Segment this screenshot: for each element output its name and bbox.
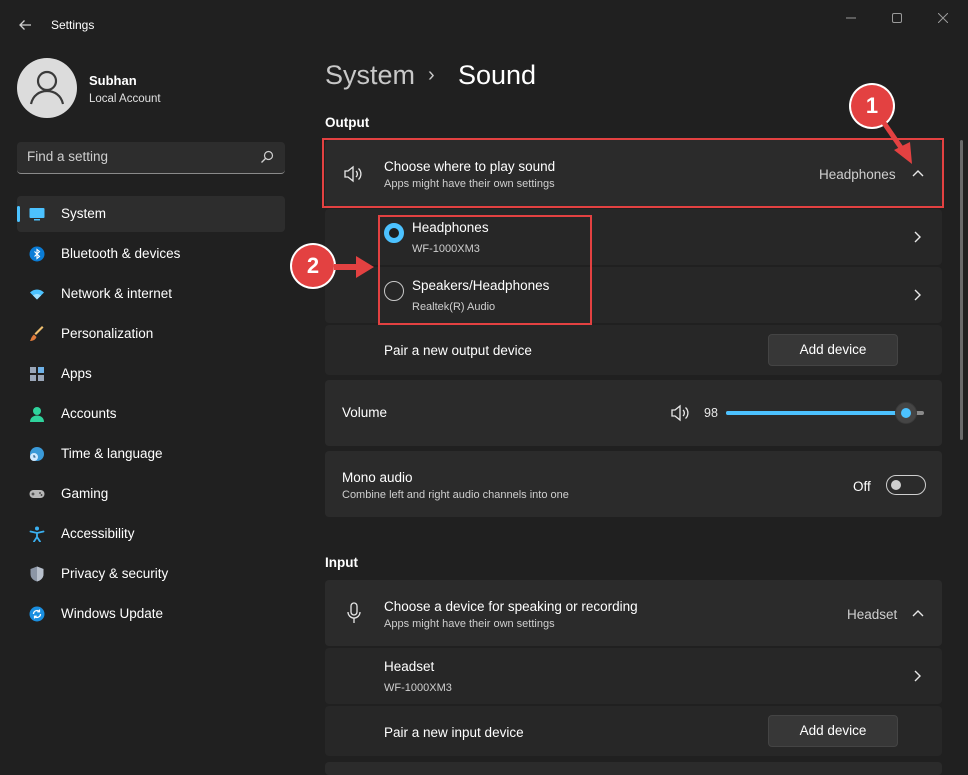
sidebar-item-label: Personalization xyxy=(61,326,154,341)
input-device-detail: WF-1000XM3 xyxy=(384,682,452,694)
microphone-icon xyxy=(347,602,361,623)
volume-slider-fill xyxy=(726,411,907,415)
chevron-up-icon[interactable] xyxy=(912,609,924,617)
app-title: Settings xyxy=(51,18,95,32)
chevron-right-icon xyxy=(914,289,921,301)
title-bar xyxy=(0,0,968,50)
wifi-icon xyxy=(30,289,44,300)
search-box[interactable] xyxy=(17,142,285,174)
sidebar-item-apps[interactable]: Apps xyxy=(17,356,285,392)
search-icon[interactable] xyxy=(259,149,275,165)
volume-label: Volume xyxy=(342,405,388,420)
sidebar-item-privacy[interactable]: Privacy & security xyxy=(17,556,285,592)
toggle-knob xyxy=(891,480,901,490)
pair-input-row: Pair a new input device Add device xyxy=(325,706,942,756)
add-input-device-button[interactable]: Add device xyxy=(768,715,898,747)
sidebar-item-label: Time & language xyxy=(61,446,163,461)
annotation-badge-2: 2 xyxy=(292,245,334,287)
person-icon xyxy=(29,70,65,105)
annotation-box-2 xyxy=(378,215,592,325)
sidebar-item-label: Network & internet xyxy=(61,286,173,301)
breadcrumb-separator: › xyxy=(428,64,435,86)
sidebar-item-label: Privacy & security xyxy=(61,566,169,581)
volume-slider[interactable] xyxy=(726,402,924,424)
gamepad-icon xyxy=(29,490,45,498)
sidebar-item-label: Bluetooth & devices xyxy=(61,246,181,261)
sidebar-item-bluetooth[interactable]: Bluetooth & devices xyxy=(17,236,285,272)
search-input[interactable] xyxy=(27,149,247,164)
apps-icon xyxy=(30,367,44,381)
minimize-button[interactable] xyxy=(836,8,866,28)
mono-audio-state: Off xyxy=(853,479,871,494)
sidebar-item-accessibility[interactable]: Accessibility xyxy=(17,516,285,552)
sidebar-item-network[interactable]: Network & internet xyxy=(17,276,285,312)
scrollbar[interactable] xyxy=(960,140,963,440)
back-button[interactable] xyxy=(14,14,36,36)
pair-output-label: Pair a new output device xyxy=(384,343,532,358)
pair-output-row: Pair a new output device Add device xyxy=(325,325,942,375)
output-section-label: Output xyxy=(325,115,370,130)
monitor-icon xyxy=(29,208,45,221)
globe-clock-icon xyxy=(30,447,44,461)
person-icon xyxy=(30,407,44,422)
sidebar-item-system[interactable]: System xyxy=(17,196,285,232)
mono-audio-toggle[interactable] xyxy=(886,475,926,495)
annotation-box-1 xyxy=(322,138,944,208)
sidebar-item-gaming[interactable]: Gaming xyxy=(17,476,285,512)
page-title: Sound xyxy=(458,60,537,90)
chevron-right-icon xyxy=(914,231,921,243)
bluetooth-icon xyxy=(29,246,45,262)
choose-input-subtitle: Apps might have their own settings xyxy=(384,618,555,630)
input-device-row[interactable]: Headset WF-1000XM3 xyxy=(325,648,942,704)
next-card-partial xyxy=(325,762,942,775)
volume-value: 98 xyxy=(704,406,718,420)
sidebar-item-accounts[interactable]: Accounts xyxy=(17,396,285,432)
add-output-device-button[interactable]: Add device xyxy=(768,334,898,366)
sidebar-item-label: Apps xyxy=(61,366,92,381)
active-indicator xyxy=(17,206,20,222)
chevron-right-icon xyxy=(914,670,921,682)
arrow-left-icon xyxy=(19,20,31,30)
annotation-arrow-2 xyxy=(334,256,374,278)
minimize-icon xyxy=(846,17,856,19)
mono-audio-subtitle: Combine left and right audio channels in… xyxy=(342,489,569,501)
input-device-name: Headset xyxy=(384,659,435,674)
input-section-label: Input xyxy=(325,555,358,570)
choose-input-card[interactable]: Choose a device for speaking or recordin… xyxy=(325,580,942,646)
sidebar-item-windows-update[interactable]: Windows Update xyxy=(17,596,285,632)
choose-input-title: Choose a device for speaking or recordin… xyxy=(384,599,638,614)
maximize-button[interactable] xyxy=(882,8,912,28)
mono-audio-card: Mono audio Combine left and right audio … xyxy=(325,451,942,517)
mono-audio-title: Mono audio xyxy=(342,470,413,485)
user-name: Subhan xyxy=(89,73,137,88)
speaker-icon[interactable] xyxy=(670,404,692,422)
brush-icon xyxy=(30,326,44,341)
maximize-icon xyxy=(892,13,902,23)
close-icon xyxy=(937,12,949,24)
sidebar-item-label: Accounts xyxy=(61,406,117,421)
close-button[interactable] xyxy=(928,8,958,28)
account-type: Local Account xyxy=(89,93,161,105)
sidebar-item-label: System xyxy=(61,206,107,221)
update-icon xyxy=(29,606,45,622)
shield-icon xyxy=(30,566,44,582)
accessibility-icon xyxy=(29,526,45,542)
selected-input-value: Headset xyxy=(847,607,898,622)
breadcrumb-parent[interactable]: System xyxy=(325,60,415,91)
sidebar-item-label: Gaming xyxy=(61,486,109,501)
sidebar-item-label: Windows Update xyxy=(61,606,164,621)
pair-input-label: Pair a new input device xyxy=(384,725,524,740)
sidebar-item-personalization[interactable]: Personalization xyxy=(17,316,285,352)
avatar[interactable] xyxy=(17,58,77,118)
sidebar-item-label: Accessibility xyxy=(61,526,135,541)
annotation-arrow-1 xyxy=(879,118,912,164)
sidebar-item-time-language[interactable]: Time & language xyxy=(17,436,285,472)
